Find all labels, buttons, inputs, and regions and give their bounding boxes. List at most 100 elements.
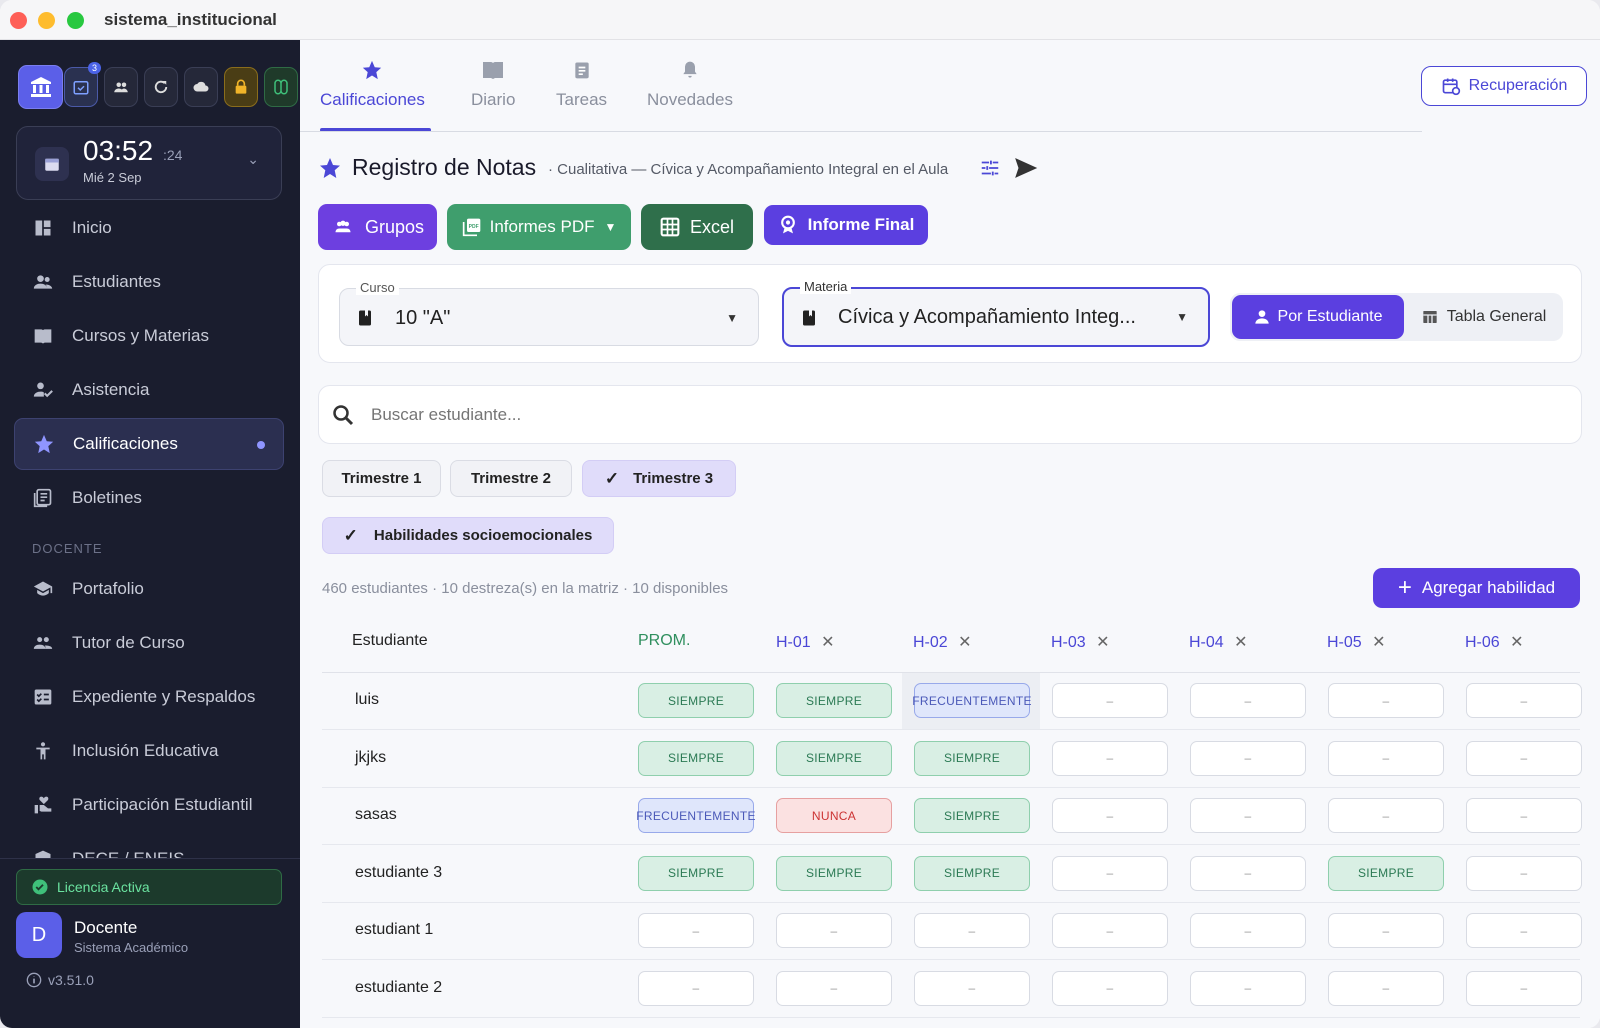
table-row: sasas FRECUENTEMENTE NUNCA SIEMPRE – – – – bbox=[322, 788, 1582, 845]
grade-cell[interactable]: – bbox=[776, 970, 892, 1006]
sidebar-item-asistencia[interactable]: Asistencia bbox=[14, 364, 284, 416]
grade-cell[interactable]: SIEMPRE bbox=[914, 740, 1030, 776]
grade-cell[interactable]: – bbox=[1052, 913, 1168, 948]
clock-widget[interactable]: 03:52 :24 Mié 2 Sep ⌄ bbox=[16, 126, 282, 200]
grade-cell[interactable]: – bbox=[1466, 855, 1582, 891]
grade-cell[interactable]: SIEMPRE bbox=[776, 855, 892, 891]
grade-cell[interactable]: – bbox=[1466, 970, 1582, 1006]
sidebar-item-inclusion[interactable]: Inclusión Educativa bbox=[14, 725, 284, 777]
grade-cell[interactable]: FRECUENTEMENTE bbox=[912, 683, 1031, 718]
grade-cell[interactable]: – bbox=[1052, 683, 1168, 718]
grade-cell[interactable]: – bbox=[1466, 913, 1582, 948]
remove-icon[interactable]: ✕ bbox=[1234, 634, 1247, 651]
remove-icon[interactable]: ✕ bbox=[821, 634, 834, 651]
tab-novedades[interactable]: Novedades bbox=[647, 58, 733, 110]
zoom-window-button[interactable] bbox=[67, 12, 84, 29]
grade-cell[interactable]: – bbox=[1328, 683, 1444, 718]
grade-cell[interactable]: – bbox=[1328, 913, 1444, 948]
users-button[interactable] bbox=[104, 67, 138, 107]
tab-label: Tareas bbox=[556, 90, 608, 109]
sidebar-item-cursos[interactable]: Cursos y Materias bbox=[14, 310, 284, 362]
view-by-student-button[interactable]: Por Estudiante bbox=[1232, 295, 1404, 339]
remove-icon[interactable]: ✕ bbox=[1510, 634, 1523, 651]
sidebar-item-tutor[interactable]: Tutor de Curso bbox=[14, 617, 284, 669]
header-h03[interactable]: H-03 ✕ bbox=[1051, 632, 1110, 652]
sliders-icon[interactable] bbox=[979, 157, 1001, 179]
curso-select[interactable]: Curso 10 "A" ▼ bbox=[339, 280, 759, 346]
tab-tareas[interactable]: Tareas bbox=[556, 58, 607, 110]
excel-button[interactable]: Excel bbox=[641, 204, 753, 250]
remove-icon[interactable]: ✕ bbox=[958, 634, 971, 651]
lock-button[interactable] bbox=[224, 67, 258, 107]
grade-cell[interactable]: – bbox=[1190, 740, 1306, 776]
close-window-button[interactable] bbox=[10, 12, 27, 29]
sidebar-item-inicio[interactable]: Inicio bbox=[14, 202, 284, 254]
sidebar-item-estudiantes[interactable]: Estudiantes bbox=[14, 256, 284, 308]
remove-icon[interactable]: ✕ bbox=[1096, 634, 1109, 651]
grade-cell[interactable]: – bbox=[1052, 798, 1168, 833]
grade-cell[interactable]: – bbox=[1328, 740, 1444, 776]
grade-cell[interactable]: SIEMPRE bbox=[776, 683, 892, 718]
grupos-label: Grupos bbox=[364, 216, 425, 237]
grade-cell[interactable]: – bbox=[1052, 740, 1168, 776]
avatar[interactable]: D bbox=[16, 912, 62, 958]
header-h02[interactable]: H-02 ✕ bbox=[913, 632, 972, 652]
trimestre-3-chip[interactable]: ✓ Trimestre 3 bbox=[582, 460, 736, 497]
sidebar-item-calificaciones[interactable]: Calificaciones bbox=[14, 418, 284, 470]
grade-cell[interactable]: SIEMPRE bbox=[914, 798, 1030, 833]
tab-diario[interactable]: Diario bbox=[471, 58, 515, 110]
sidebar-item-expediente[interactable]: Expediente y Respaldos bbox=[14, 671, 284, 723]
theme-button[interactable] bbox=[264, 67, 298, 107]
chevron-down-icon[interactable]: ⌄ bbox=[247, 151, 259, 168]
cloud-sync-button[interactable] bbox=[184, 67, 218, 107]
grade-cell[interactable]: – bbox=[1328, 798, 1444, 833]
remove-icon[interactable]: ✕ bbox=[1372, 634, 1385, 651]
grade-cell[interactable]: – bbox=[914, 970, 1030, 1006]
sidebar-item-boletines[interactable]: Boletines bbox=[14, 472, 284, 524]
chevron-down-icon: ▼ bbox=[1176, 310, 1188, 324]
grade-cell[interactable]: SIEMPRE bbox=[914, 855, 1030, 891]
calendar-tasks-button[interactable]: 3 bbox=[64, 62, 101, 107]
tab-calificaciones[interactable]: Calificaciones bbox=[320, 58, 425, 110]
materia-select[interactable]: Materia Cívica y Acompañamiento Integ...… bbox=[782, 279, 1210, 347]
grade-cell[interactable]: – bbox=[1466, 740, 1582, 776]
view-table-button[interactable]: Tabla General bbox=[1404, 295, 1563, 339]
sidebar-item-portafolio[interactable]: Portafolio bbox=[14, 563, 284, 615]
grade-cell[interactable]: SIEMPRE bbox=[1328, 855, 1444, 891]
grade-cell[interactable]: NUNCA bbox=[776, 798, 892, 833]
grade-cell[interactable]: – bbox=[1190, 798, 1306, 833]
grade-cell[interactable]: – bbox=[1190, 855, 1306, 891]
institution-button[interactable] bbox=[18, 65, 63, 109]
header-h01[interactable]: H-01 ✕ bbox=[776, 632, 835, 652]
grade-cell[interactable]: – bbox=[1052, 970, 1168, 1006]
calendar-check-icon bbox=[73, 81, 89, 95]
grade-cell[interactable]: – bbox=[1190, 683, 1306, 718]
informe-final-button[interactable]: Informe Final bbox=[764, 205, 928, 245]
add-skill-button[interactable]: + Agregar habilidad bbox=[1373, 568, 1580, 608]
minimize-window-button[interactable] bbox=[38, 12, 55, 29]
grupos-button[interactable]: Grupos bbox=[318, 204, 437, 250]
habilidades-chip[interactable]: ✓ Habilidades socioemocionales bbox=[322, 517, 614, 554]
grade-cell[interactable]: SIEMPRE bbox=[776, 740, 892, 776]
grade-cell[interactable]: – bbox=[1466, 798, 1582, 833]
refresh-button[interactable] bbox=[144, 67, 178, 107]
svg-text:PDF: PDF bbox=[468, 224, 478, 230]
grade-cell[interactable]: – bbox=[776, 913, 892, 948]
trimestre-2-chip[interactable]: Trimestre 2 bbox=[450, 460, 572, 497]
search-bar[interactable] bbox=[318, 385, 1582, 444]
trimestre-1-chip[interactable]: Trimestre 1 bbox=[322, 460, 441, 497]
send-icon[interactable] bbox=[1012, 156, 1040, 180]
header-h06[interactable]: H-06 ✕ bbox=[1465, 632, 1524, 652]
grade-cell[interactable]: – bbox=[1190, 913, 1306, 948]
header-h04[interactable]: H-04 ✕ bbox=[1189, 632, 1248, 652]
recuperacion-button[interactable]: Recuperación bbox=[1421, 66, 1587, 106]
grade-cell[interactable]: – bbox=[1466, 683, 1582, 718]
informes-pdf-button[interactable]: PDF Informes PDF ▼ bbox=[447, 204, 631, 250]
grade-cell[interactable]: – bbox=[1328, 970, 1444, 1006]
grade-cell[interactable]: – bbox=[914, 913, 1030, 948]
grade-cell[interactable]: – bbox=[1052, 855, 1168, 891]
sidebar-item-dece[interactable]: DECE / ENEIS bbox=[14, 833, 284, 858]
grade-cell[interactable]: – bbox=[1190, 970, 1306, 1006]
header-h05[interactable]: H-05 ✕ bbox=[1327, 632, 1386, 652]
search-input[interactable] bbox=[371, 398, 1551, 432]
